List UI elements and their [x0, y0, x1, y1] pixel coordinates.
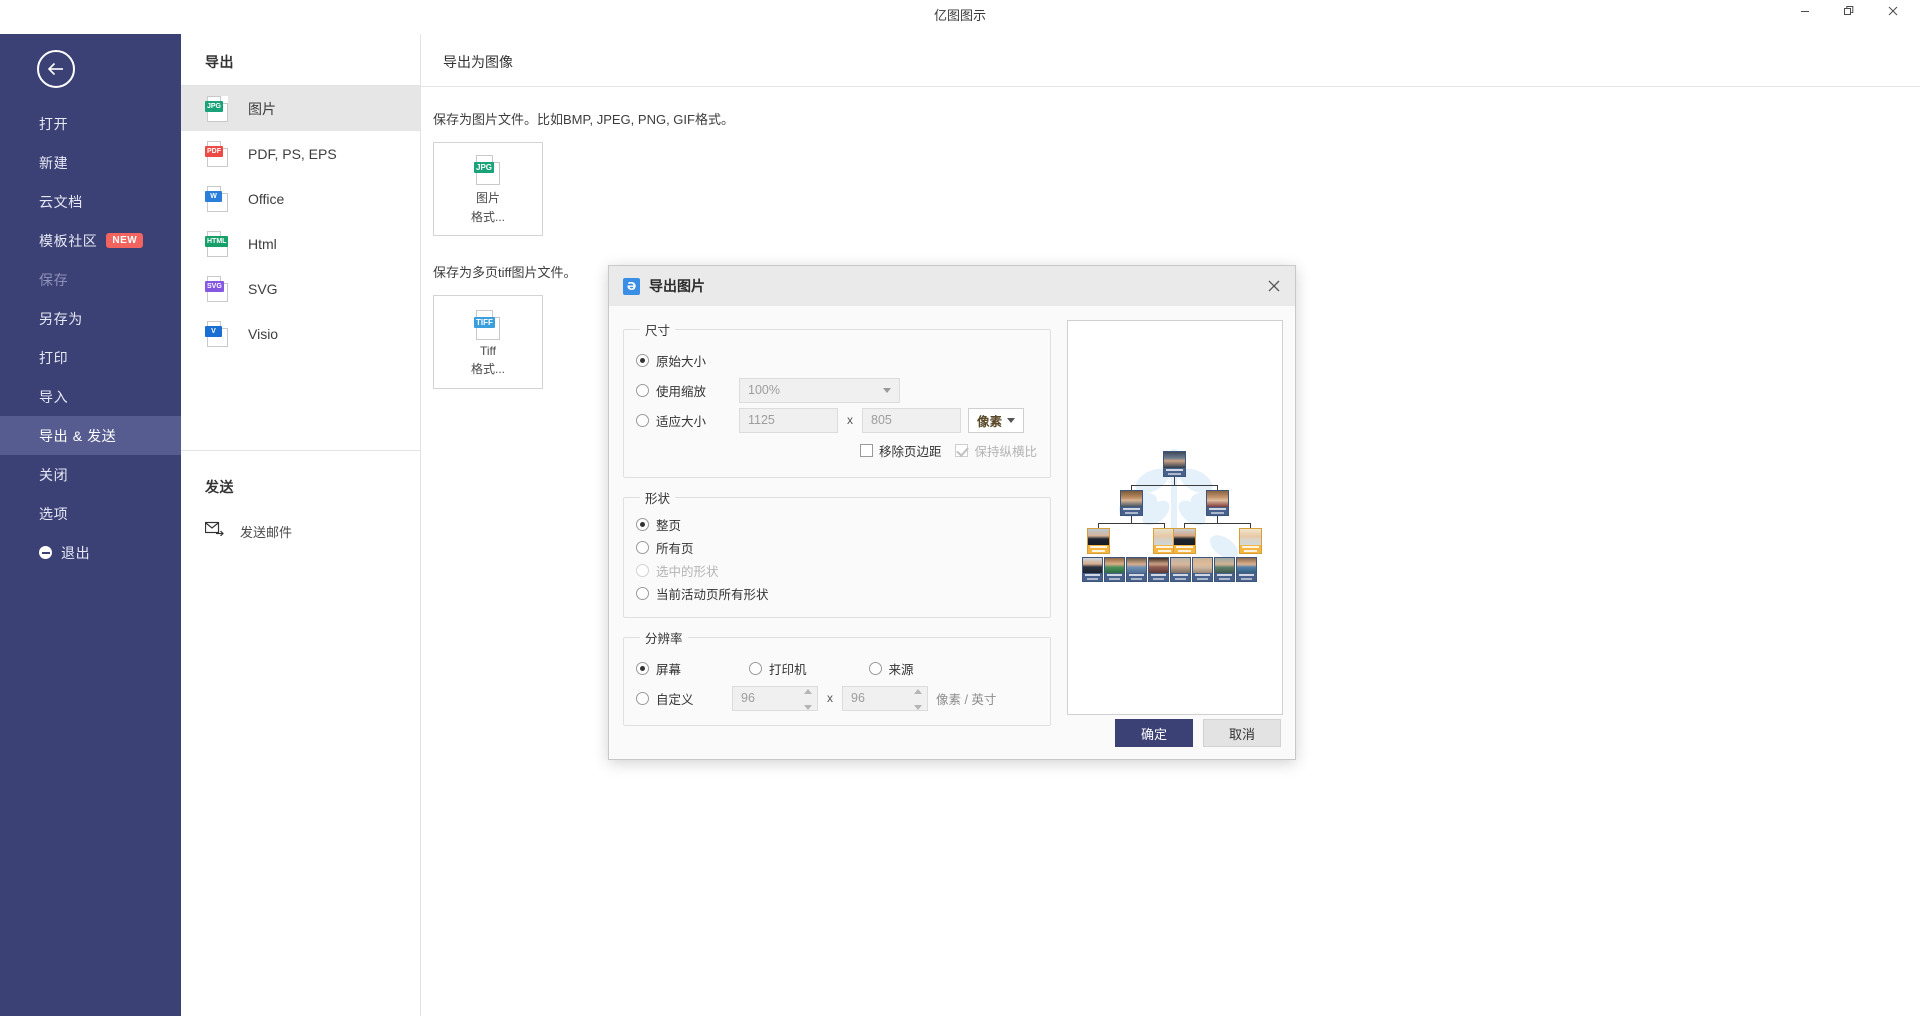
dpi-unit-label: 像素 / 英寸	[936, 692, 997, 707]
export-width-input[interactable]: 1125	[739, 407, 838, 433]
shape-whole-page-radio[interactable]	[636, 518, 649, 531]
resolution-screen-radio[interactable]	[636, 661, 649, 675]
modal-overlay: Ə 导出图片 尺寸 原始大小 使用缩放 100% 适应大小 1125 x 805…	[0, 0, 1920, 1016]
dpi-separator: x	[827, 691, 833, 705]
org-node	[1163, 451, 1186, 477]
dpi-y-input[interactable]: 96	[842, 685, 928, 711]
resolution-group: 分辨率 屏幕 打印机 来源 自定义 96 x 96 像素 / 英寸	[623, 628, 1051, 726]
size-fit-label: 适应大小	[656, 414, 707, 429]
connector	[1131, 485, 1218, 486]
shape-group: 形状 整页 所有页 选中的形状 当前活动页所有形状	[623, 488, 1051, 618]
preview-page	[1076, 443, 1274, 586]
stepper-down-icon[interactable]	[804, 704, 812, 710]
connector	[1174, 476, 1175, 485]
resolution-custom-radio[interactable]	[636, 691, 649, 705]
shape-selected-label: 选中的形状	[656, 565, 719, 579]
dpi-x-input[interactable]: 96	[732, 685, 818, 711]
stepper-down-icon[interactable]	[914, 704, 922, 710]
dpi-y-stepper[interactable]	[913, 688, 923, 710]
scale-dropdown[interactable]: 100%	[739, 377, 900, 403]
size-fit-row: 适应大小 1125 x 805 像素	[636, 405, 1038, 435]
dialog-left-pane: 尺寸 原始大小 使用缩放 100% 适应大小 1125 x 805 像素 移除页…	[623, 320, 1051, 736]
org-node	[1173, 528, 1196, 554]
export-preview	[1067, 320, 1283, 715]
scale-dropdown-value: 100%	[748, 383, 780, 397]
shape-group-legend: 形状	[645, 492, 671, 506]
dialog-close-button[interactable]	[1265, 277, 1283, 295]
size-fit-radio[interactable]	[636, 413, 649, 427]
dialog-title: 导出图片	[649, 278, 705, 294]
org-node	[1082, 557, 1103, 582]
unit-dropdown[interactable]: 像素	[968, 407, 1024, 433]
ok-button[interactable]: 确定	[1115, 719, 1193, 747]
connector	[1217, 516, 1218, 523]
chevron-down-icon	[883, 387, 891, 393]
shape-all-pages-radio[interactable]	[636, 541, 649, 554]
shape-option-selected: 选中的形状	[636, 559, 1038, 582]
remove-margin-checkbox[interactable]	[859, 443, 873, 457]
connector	[1131, 516, 1132, 523]
org-node	[1087, 528, 1110, 554]
connector	[1098, 523, 1164, 524]
export-image-dialog: Ə 导出图片 尺寸 原始大小 使用缩放 100% 适应大小 1125 x 805…	[608, 265, 1296, 760]
dialog-button-row: 确定 取消	[1115, 719, 1281, 747]
org-node	[1239, 528, 1262, 554]
org-chart-thumbnail	[1076, 443, 1274, 586]
dialog-titlebar: Ə 导出图片	[609, 266, 1295, 306]
org-node	[1206, 490, 1229, 516]
size-scale-label: 使用缩放	[656, 384, 707, 399]
size-checkbox-row: 移除页边距 保持纵横比	[636, 435, 1038, 465]
resolution-group-legend: 分辨率	[645, 632, 683, 646]
shape-option-whole-page[interactable]: 整页	[636, 513, 1038, 536]
size-group: 尺寸 原始大小 使用缩放 100% 适应大小 1125 x 805 像素 移除页…	[623, 320, 1051, 478]
size-original-radio[interactable]	[636, 353, 649, 367]
size-scale-radio[interactable]	[636, 383, 649, 397]
remove-margin-label: 移除页边距	[878, 444, 942, 459]
shape-whole-page-label: 整页	[656, 519, 682, 533]
resolution-source-label: 来源	[888, 662, 914, 677]
org-node	[1170, 557, 1191, 582]
org-node	[1104, 557, 1125, 582]
export-height-input[interactable]: 805	[862, 407, 961, 433]
dpi-y-value: 96	[851, 691, 865, 705]
keep-aspect-ratio-label: 保持纵横比	[974, 444, 1037, 459]
size-original-label: 原始大小	[656, 354, 707, 369]
resolution-preset-row: 屏幕 打印机 来源	[636, 653, 1038, 683]
dimension-separator: x	[847, 413, 853, 427]
shape-selected-radio	[636, 564, 649, 577]
connector	[1184, 523, 1250, 524]
size-group-legend: 尺寸	[645, 324, 671, 338]
size-scale-row: 使用缩放 100%	[636, 375, 1038, 405]
stepper-up-icon[interactable]	[914, 688, 922, 694]
org-node	[1192, 557, 1213, 582]
resolution-custom-label: 自定义	[656, 692, 694, 707]
dpi-x-stepper[interactable]	[803, 688, 813, 710]
dialog-body: 尺寸 原始大小 使用缩放 100% 适应大小 1125 x 805 像素 移除页…	[609, 306, 1295, 761]
size-original-row: 原始大小	[636, 345, 1038, 375]
resolution-printer-radio[interactable]	[749, 661, 763, 675]
org-node	[1214, 557, 1235, 582]
shape-all-pages-label: 所有页	[656, 542, 694, 556]
keep-aspect-ratio-checkbox[interactable]	[955, 443, 969, 457]
edraw-logo-icon: Ə	[623, 277, 640, 295]
org-node	[1120, 490, 1143, 516]
chevron-down-icon	[1007, 417, 1015, 423]
resolution-custom-row: 自定义 96 x 96 像素 / 英寸	[636, 683, 1038, 713]
cancel-button[interactable]: 取消	[1203, 719, 1281, 747]
resolution-screen-label: 屏幕	[656, 662, 682, 677]
org-node	[1148, 557, 1169, 582]
shape-option-all-pages[interactable]: 所有页	[636, 536, 1038, 559]
org-node	[1126, 557, 1147, 582]
dpi-x-value: 96	[741, 691, 755, 705]
unit-dropdown-value: 像素	[977, 414, 1003, 429]
stepper-up-icon[interactable]	[804, 688, 812, 694]
shape-active-page-radio[interactable]	[636, 587, 649, 600]
shape-active-page-label: 当前活动页所有形状	[656, 588, 769, 602]
resolution-source-radio[interactable]	[868, 661, 882, 675]
org-node	[1236, 557, 1257, 582]
shape-option-active-page[interactable]: 当前活动页所有形状	[636, 582, 1038, 605]
resolution-printer-label: 打印机	[769, 662, 807, 677]
